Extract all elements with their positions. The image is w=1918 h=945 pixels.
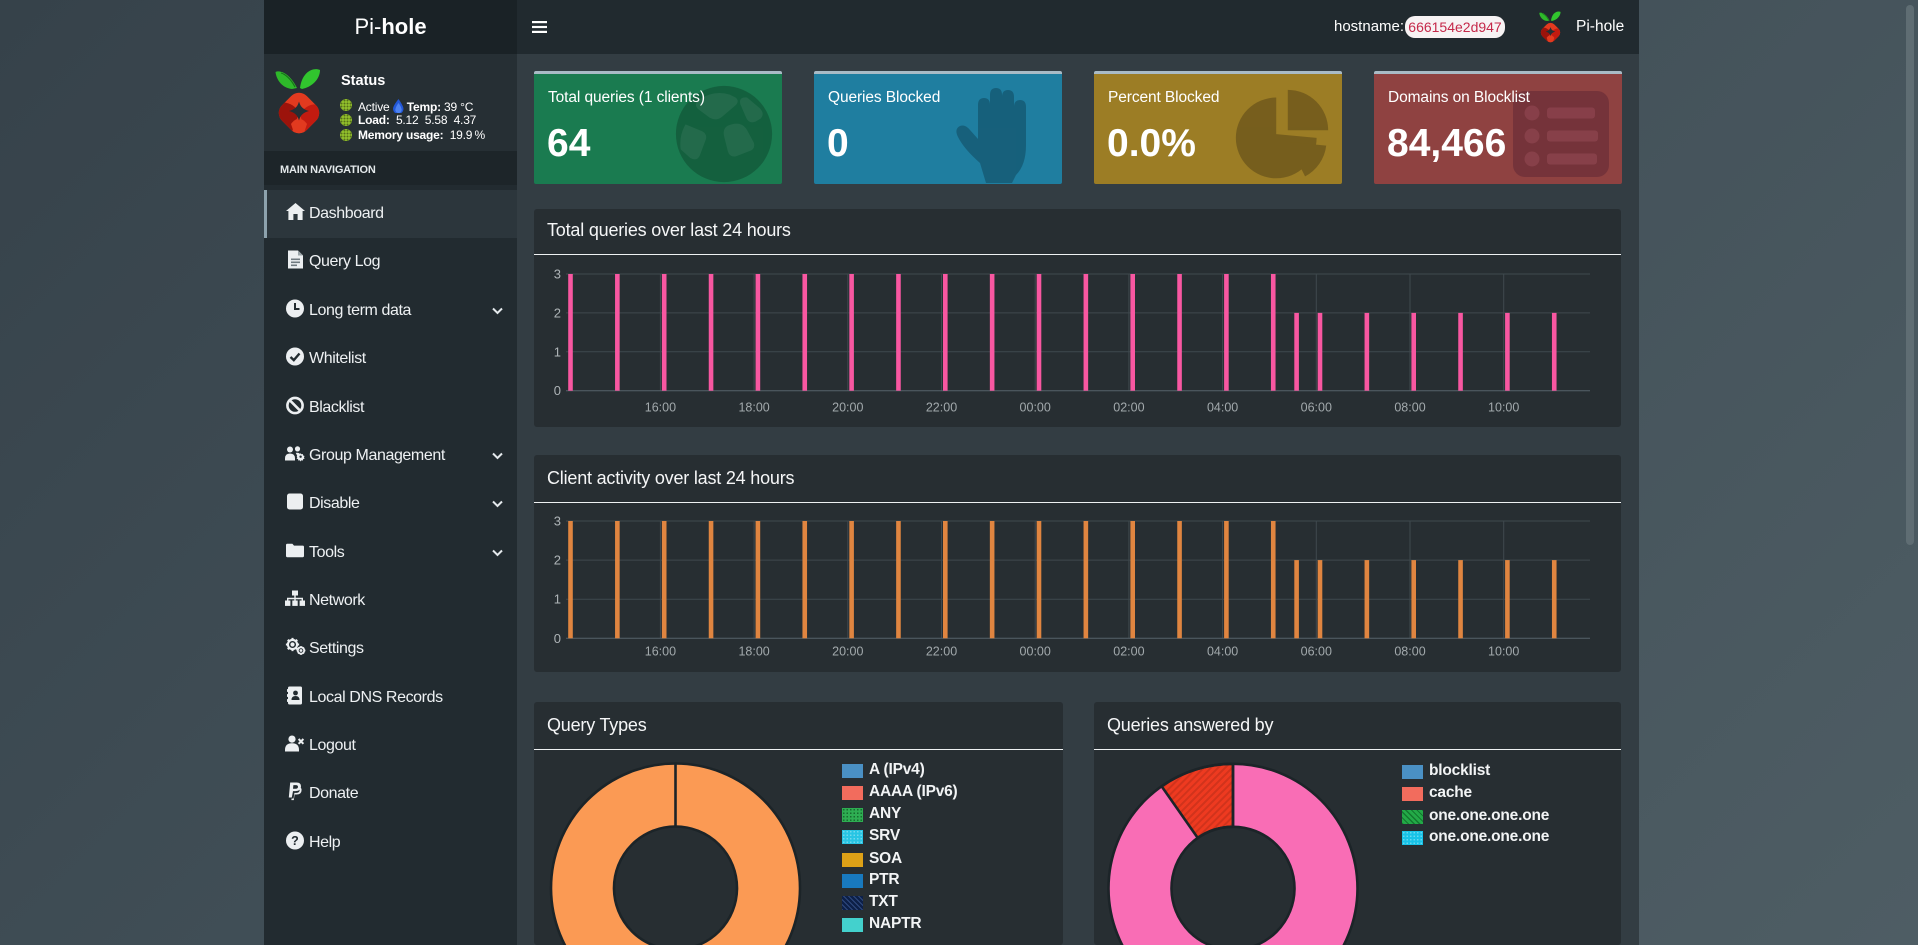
svg-text:20:00: 20:00 [832, 645, 863, 659]
svg-text:0: 0 [554, 383, 561, 398]
svg-text:3: 3 [554, 267, 561, 282]
svg-text:?: ? [291, 834, 299, 848]
svg-text:22:00: 22:00 [926, 645, 957, 659]
svg-text:06:00: 06:00 [1301, 645, 1332, 659]
svg-text:1: 1 [554, 344, 561, 359]
svg-text:1: 1 [554, 592, 561, 607]
svg-text:0: 0 [554, 631, 561, 646]
svg-text:18:00: 18:00 [738, 401, 769, 415]
svg-text:06:00: 06:00 [1301, 401, 1332, 415]
svg-text:08:00: 08:00 [1394, 645, 1425, 659]
svg-text:00:00: 00:00 [1020, 645, 1051, 659]
svg-text:2: 2 [554, 553, 561, 568]
svg-text:2: 2 [554, 305, 561, 320]
svg-text:16:00: 16:00 [645, 645, 676, 659]
svg-text:16:00: 16:00 [645, 401, 676, 415]
svg-text:10:00: 10:00 [1488, 645, 1519, 659]
svg-text:18:00: 18:00 [738, 645, 769, 659]
svg-text:02:00: 02:00 [1113, 401, 1144, 415]
svg-text:3: 3 [554, 514, 561, 529]
svg-text:20:00: 20:00 [832, 401, 863, 415]
svg-text:04:00: 04:00 [1207, 401, 1238, 415]
svg-text:00:00: 00:00 [1020, 401, 1051, 415]
svg-text:22:00: 22:00 [926, 401, 957, 415]
svg-text:02:00: 02:00 [1113, 645, 1144, 659]
svg-text:04:00: 04:00 [1207, 645, 1238, 659]
svg-text:10:00: 10:00 [1488, 401, 1519, 415]
svg-text:08:00: 08:00 [1394, 401, 1425, 415]
